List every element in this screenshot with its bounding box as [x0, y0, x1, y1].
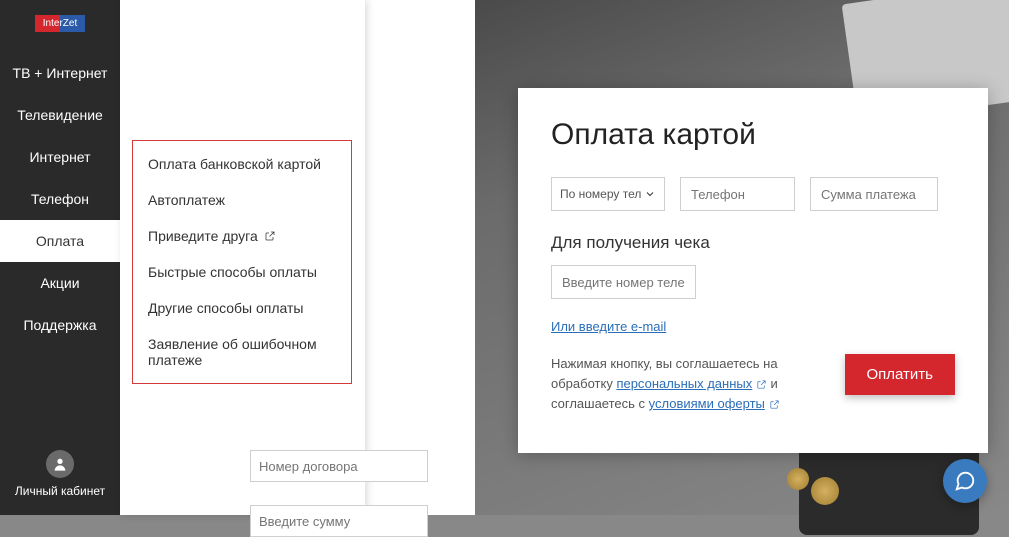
sidebar-item-television[interactable]: Телевидение [0, 94, 120, 136]
sidebar-item-phone[interactable]: Телефон [0, 178, 120, 220]
receipt-heading: Для получения чека [551, 233, 955, 253]
payment-row: По номеру тел [551, 177, 955, 211]
sidebar-item-promotions[interactable]: Акции [0, 262, 120, 304]
identifier-select[interactable]: По номеру тел [551, 177, 665, 211]
offer-terms-link[interactable]: условиями оферты [649, 396, 765, 411]
sidebar-item-tv-internet[interactable]: ТВ + Интернет [0, 52, 120, 94]
amount-input[interactable] [810, 177, 938, 211]
payment-card-panel: Оплата картой По номеру тел Для получени… [518, 88, 988, 453]
external-link-icon [264, 230, 276, 242]
logo[interactable]: InterZet [35, 15, 85, 32]
submenu-item-autopay[interactable]: Автоплатеж [148, 192, 336, 208]
submenu-item-quick-pay[interactable]: Быстрые способы оплаты [148, 264, 336, 280]
receipt-phone-input[interactable] [551, 265, 696, 299]
pay-button[interactable]: Оплатить [845, 354, 956, 395]
contract-number-input[interactable] [250, 450, 428, 482]
personal-data-link[interactable]: персональных данных [616, 376, 752, 391]
submenu-item-other-pay[interactable]: Другие способы оплаты [148, 300, 336, 316]
panel-title: Оплата картой [551, 118, 955, 152]
partial-background-column [365, 0, 475, 515]
submenu-list: Оплата банковской картой Автоплатеж Прив… [132, 140, 352, 384]
sidebar-item-support[interactable]: Поддержка [0, 304, 120, 346]
user-icon [46, 450, 74, 478]
sidebar-item-internet[interactable]: Интернет [0, 136, 120, 178]
account-button[interactable]: Личный кабинет [0, 440, 120, 515]
panel-bottom-row: Нажимая кнопку, вы соглашаетесь на обраб… [551, 354, 955, 414]
sum-input[interactable] [250, 505, 428, 537]
submenu-panel: Оплата банковской картой Автоплатеж Прив… [120, 0, 365, 515]
submenu-item-card-payment[interactable]: Оплата банковской картой [148, 156, 336, 172]
submenu-item-wrong-payment[interactable]: Заявление об ошибочном платеже [148, 336, 336, 368]
external-link-icon [769, 399, 780, 410]
chevron-down-icon [644, 188, 656, 200]
agreement-text: Нажимая кнопку, вы соглашаетесь на обраб… [551, 354, 801, 414]
external-link-icon [756, 379, 767, 390]
chat-fab[interactable] [943, 459, 987, 503]
sidebar-item-payment[interactable]: Оплата [0, 220, 120, 262]
sidebar: InterZet ТВ + Интернет Телевидение Интер… [0, 0, 120, 515]
phone-input[interactable] [680, 177, 795, 211]
decor-coin [787, 468, 809, 490]
submenu-item-refer-friend[interactable]: Приведите друга [148, 228, 336, 244]
account-label: Личный кабинет [0, 484, 120, 500]
decor-coin [811, 477, 839, 505]
chat-icon [954, 470, 976, 492]
enter-email-link[interactable]: Или введите e-mail [551, 319, 955, 334]
